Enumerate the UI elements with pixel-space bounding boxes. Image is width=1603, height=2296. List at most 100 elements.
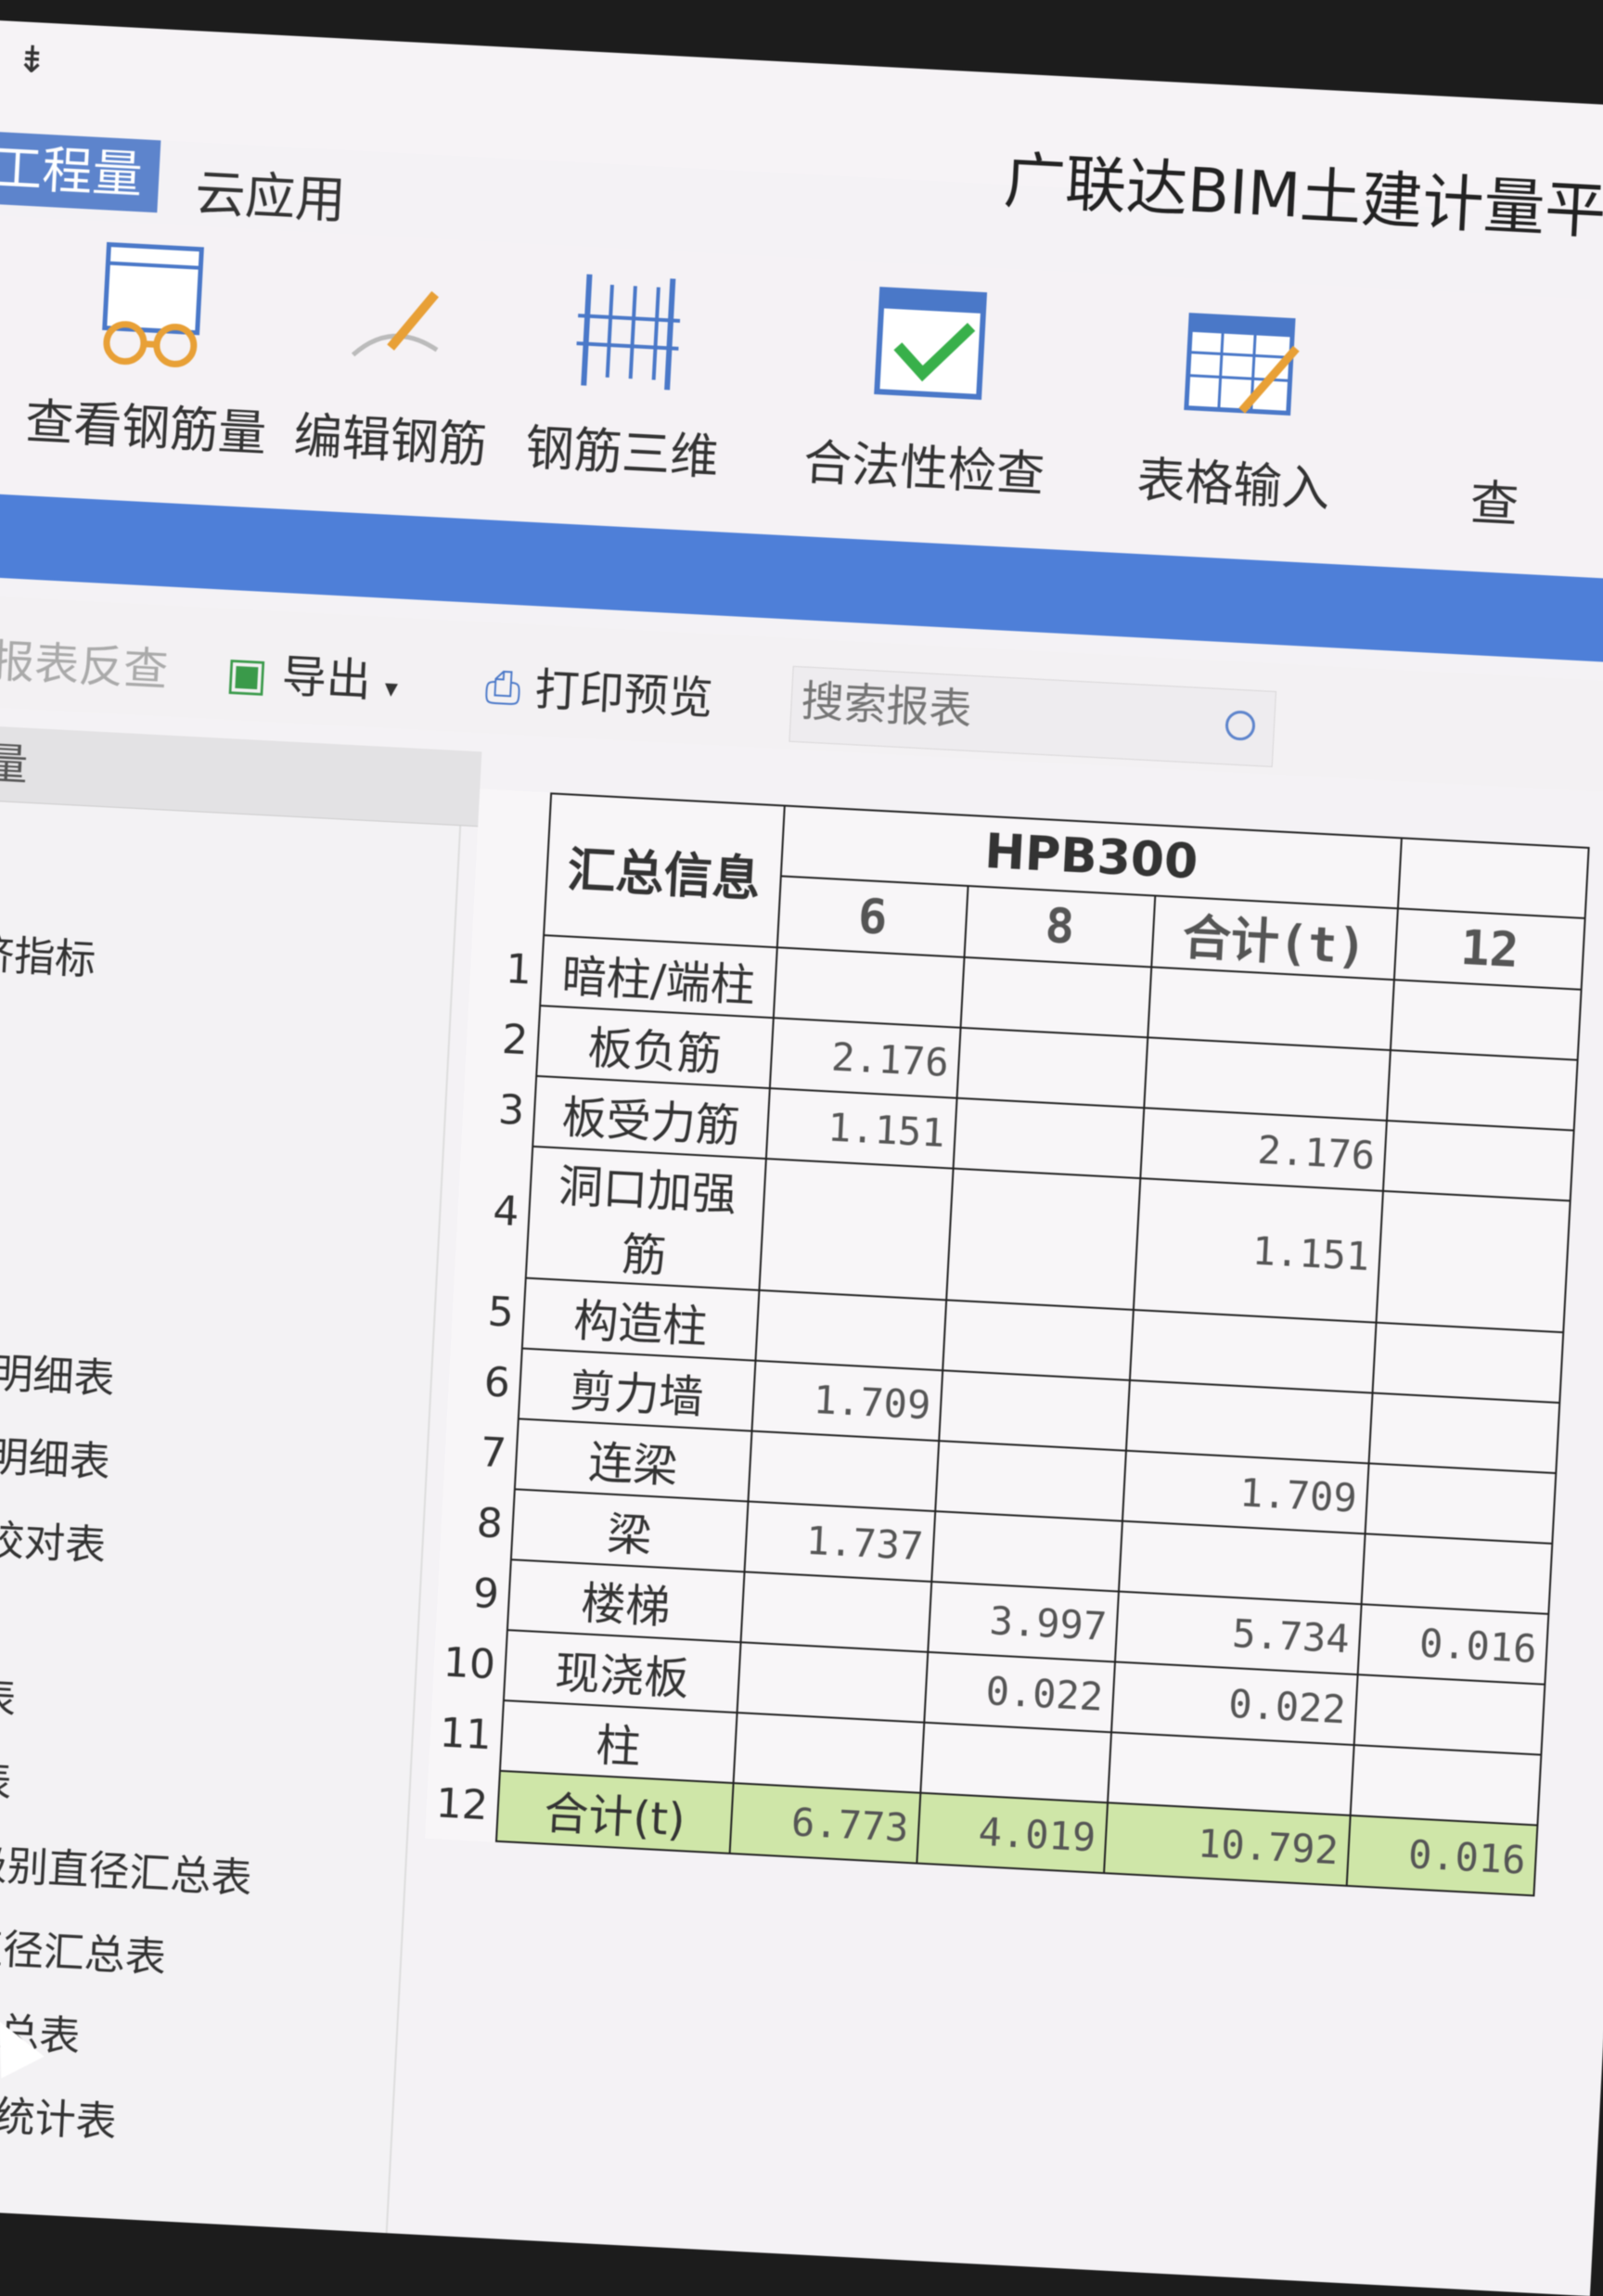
table-cell[interactable] <box>1108 1732 1354 1815</box>
table-cell[interactable] <box>1372 1322 1564 1404</box>
row-label[interactable]: 板受力筋 <box>532 1075 770 1160</box>
table-cell[interactable] <box>960 956 1152 1038</box>
tab-quantity[interactable]: 工程量 <box>0 130 161 213</box>
ribbon-label: 查 <box>1468 475 1520 534</box>
table-cell[interactable]: 5.734 <box>1114 1591 1362 1675</box>
table-cell[interactable] <box>1386 1050 1578 1131</box>
ribbon-label: 编辑钢筋 <box>292 408 489 475</box>
report-item[interactable]: 统计明细表 <box>0 1335 116 1405</box>
app-window: ⇟ 广联达BIM土建计量平台 工程量 云应用 查看钢筋量 编辑钢筋 钢筋三维 合… <box>0 19 1603 2296</box>
table-cell[interactable]: 3.997 <box>928 1581 1119 1662</box>
report-item[interactable]: 统计校对表 <box>0 1502 108 1571</box>
table-cell[interactable]: 4.019 <box>917 1792 1109 1874</box>
rebar-3d-button[interactable]: 钢筋三维 <box>524 263 728 489</box>
table-cell[interactable] <box>931 1511 1122 1592</box>
report-item[interactable]: 级别直径汇总表 <box>0 1909 168 1983</box>
summary-table: 汇总信息 HPB300 6 8 合计(t) 12 1 暗柱/端柱 2 板负筋 2… <box>425 789 1590 1897</box>
table-cell[interactable]: 1.709 <box>1122 1450 1369 1534</box>
query-button[interactable]: 查 <box>1468 451 1521 536</box>
print-preview-button[interactable]: ⎙ 打印预览 <box>483 650 714 727</box>
table-cell[interactable]: 1.737 <box>744 1501 936 1582</box>
table-cell[interactable] <box>1129 1309 1377 1393</box>
excel-export-icon: ▣ <box>224 647 270 702</box>
table-cell[interactable] <box>1350 1745 1542 1826</box>
table-cell[interactable]: 6.773 <box>729 1783 921 1864</box>
table-cell[interactable] <box>1376 1190 1571 1333</box>
table-cell[interactable] <box>1118 1520 1366 1605</box>
table-input-button[interactable]: 表格输入 <box>1135 294 1340 520</box>
column-header: 12 <box>1393 908 1585 990</box>
report-item[interactable]: 类型级别直径汇总表 <box>0 1826 253 1905</box>
table-cell[interactable]: 1.151 <box>1133 1178 1383 1323</box>
report-item[interactable]: 经济指标 <box>0 918 97 986</box>
column-header: 合计(t) <box>1151 895 1398 981</box>
table-cell[interactable] <box>773 947 965 1028</box>
row-number: 1 <box>504 944 533 994</box>
edit-rebar-button[interactable]: 编辑钢筋 <box>292 250 496 477</box>
report-item[interactable]: 息分类统计表 <box>0 2076 118 2148</box>
row-label[interactable]: 现浇板 <box>503 1630 741 1713</box>
corner-header: 汇总信息 <box>544 793 785 948</box>
table-cell[interactable] <box>943 1300 1134 1380</box>
table-cell[interactable]: 0.016 <box>1357 1604 1549 1685</box>
row-label[interactable]: 合计(t) <box>495 1770 734 1853</box>
report-item[interactable]: 汇总表 <box>0 1742 13 1808</box>
report-tree-panel: 表量 经济指标 表 表 表 统计明细表 信息明细表 统计校对表 汇总表 汇总表 … <box>0 722 482 2296</box>
table-cell[interactable]: 0.022 <box>924 1651 1115 1733</box>
table-cell[interactable]: 1.151 <box>765 1088 957 1169</box>
view-rebar-button[interactable]: 查看钢筋量 <box>24 236 276 464</box>
table-cell[interactable] <box>759 1159 954 1301</box>
row-label[interactable]: 洞口加强筋 <box>525 1146 766 1290</box>
glasses-table-icon <box>102 241 204 367</box>
row-label[interactable]: 连梁 <box>514 1418 752 1502</box>
ribbon-label: 查看钢筋量 <box>23 394 268 463</box>
search-icon[interactable] <box>1225 710 1256 741</box>
table-cell[interactable]: 2.176 <box>769 1018 961 1098</box>
table-cell[interactable] <box>1353 1674 1545 1755</box>
validity-check-button[interactable]: 合法性检查 <box>802 276 1054 505</box>
table-cell[interactable] <box>737 1642 929 1723</box>
table-cell[interactable]: 10.792 <box>1104 1802 1351 1886</box>
table-cell[interactable] <box>1148 967 1394 1051</box>
table-cell[interactable] <box>740 1571 932 1652</box>
row-label[interactable]: 剪力墙 <box>518 1348 756 1431</box>
table-cell[interactable]: 0.022 <box>1111 1661 1358 1746</box>
table-cell[interactable] <box>748 1430 940 1512</box>
table-cell[interactable]: 0.016 <box>1346 1815 1538 1896</box>
table-cell[interactable] <box>939 1370 1130 1451</box>
table-cell[interactable] <box>1361 1533 1553 1614</box>
table-cell[interactable] <box>1365 1463 1557 1544</box>
report-back-button[interactable]: ⊞ 报表反查 <box>0 622 170 699</box>
table-cell[interactable] <box>946 1168 1141 1310</box>
row-number: 7 <box>479 1428 508 1478</box>
row-label[interactable]: 暗柱/端柱 <box>540 935 777 1019</box>
row-number: 4 <box>492 1186 520 1236</box>
row-label[interactable]: 楼梯 <box>507 1559 745 1643</box>
table-cell[interactable]: 2.176 <box>1140 1108 1387 1191</box>
table-cell[interactable] <box>1382 1120 1574 1201</box>
report-item[interactable]: 汇总表 <box>0 1660 18 1725</box>
report-item[interactable]: 信息明细表 <box>0 1418 112 1488</box>
search-input[interactable] <box>789 666 1195 755</box>
row-label[interactable]: 柱 <box>499 1700 737 1784</box>
table-cell[interactable] <box>1390 980 1582 1060</box>
table-cell[interactable] <box>1125 1379 1373 1464</box>
row-number: 12 <box>434 1778 490 1829</box>
row-label[interactable]: 梁 <box>510 1489 749 1572</box>
table-cell[interactable] <box>1368 1392 1560 1474</box>
column-header: 8 <box>964 885 1156 968</box>
table-cell[interactable] <box>733 1712 925 1793</box>
table-cell[interactable] <box>935 1441 1126 1521</box>
table-cell[interactable] <box>953 1097 1145 1179</box>
quick-access-dropdown-icon[interactable]: ⇟ <box>16 38 49 83</box>
table-cell[interactable] <box>755 1289 947 1371</box>
row-number: 3 <box>496 1085 526 1135</box>
table-cell[interactable] <box>956 1027 1148 1109</box>
row-label[interactable]: 板负筋 <box>536 1006 774 1089</box>
tab-cloud-apps[interactable]: 云应用 <box>194 151 348 232</box>
table-cell[interactable] <box>1144 1037 1391 1121</box>
row-label[interactable]: 构造柱 <box>521 1277 760 1361</box>
export-button[interactable]: ▣ 导出 ▾ <box>224 636 400 711</box>
table-cell[interactable] <box>920 1722 1112 1803</box>
table-cell[interactable]: 1.709 <box>751 1360 943 1442</box>
